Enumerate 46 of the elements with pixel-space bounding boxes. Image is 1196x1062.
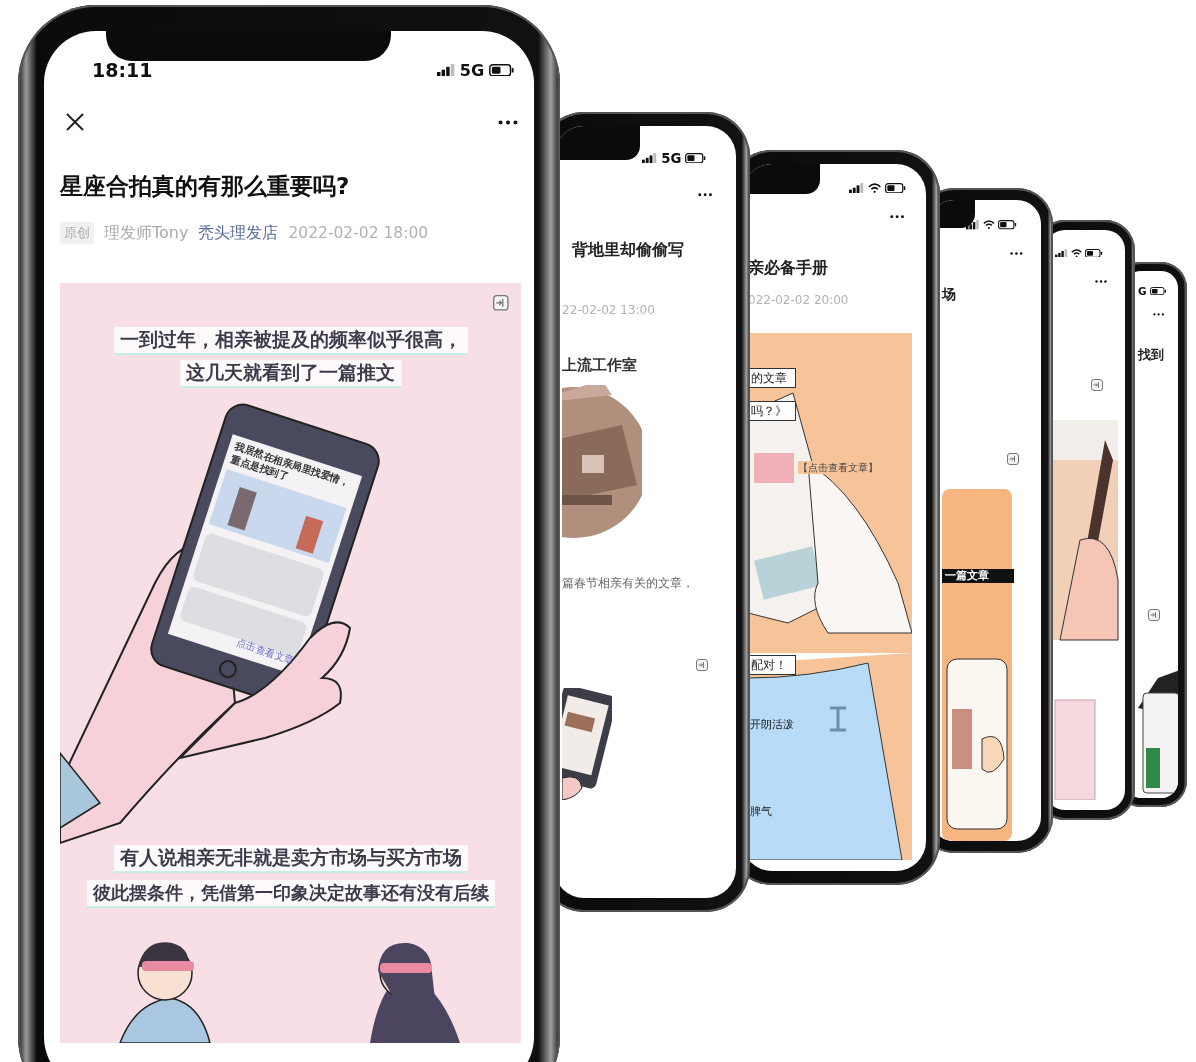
more-icon[interactable] xyxy=(889,215,904,219)
image-caption: 吗？》 xyxy=(748,401,796,421)
caption: 一到过年，相亲被提及的频率似乎很高， xyxy=(113,327,468,353)
original-badge: 原创 xyxy=(60,222,94,244)
caption: 这几天就看到了一篇推文 xyxy=(180,360,401,386)
battery-icon xyxy=(998,220,1017,230)
battery-icon xyxy=(1085,248,1103,258)
network-label: 5G xyxy=(459,60,485,80)
arrow-box-icon[interactable] xyxy=(1148,609,1160,621)
arrow-box-icon[interactable] xyxy=(1091,379,1103,391)
more-icon[interactable] xyxy=(1095,279,1107,283)
network-label: 5G xyxy=(661,150,682,166)
time-label: 18:11 xyxy=(92,59,153,81)
caption: 彼此摆条件，凭借第一印象决定故事还有没有后续 xyxy=(86,880,495,906)
image-caption: 配对！ xyxy=(748,655,796,675)
image-caption: 一篇文章 xyxy=(942,569,992,583)
article-title: 亲必备手册 xyxy=(748,257,829,279)
article-title: 星座合拍真的有那么重要吗? xyxy=(60,172,351,201)
battery-icon xyxy=(1149,286,1166,296)
more-icon[interactable] xyxy=(498,119,518,125)
arrow-box-icon[interactable] xyxy=(696,659,708,671)
article-title: 场 xyxy=(942,285,957,304)
network-label: G xyxy=(1137,285,1147,297)
image-caption: 的文章 xyxy=(748,368,796,388)
article-title: 背地里却偷偷写 xyxy=(572,239,685,261)
battery-icon xyxy=(685,152,706,164)
publish-date: 022-02-02 20:00 xyxy=(748,292,850,308)
section-heading: 上流工作室 xyxy=(562,355,638,375)
paragraph: 篇春节相亲有关的文章， xyxy=(562,575,695,591)
account-link[interactable]: 秃头理发店 xyxy=(198,221,279,245)
battery-icon xyxy=(488,63,514,77)
more-icon[interactable] xyxy=(1010,251,1023,256)
inner-headline: 我居然在相亲局里找爱情，重点是找到了 xyxy=(228,439,353,491)
battery-icon xyxy=(885,182,906,194)
article-title: 找到 xyxy=(1138,346,1165,364)
arrow-box-icon[interactable] xyxy=(493,295,509,311)
publish-date: 2022-02-02 18:00 xyxy=(288,223,429,244)
more-icon[interactable] xyxy=(697,193,712,197)
caption: 有人说相亲无非就是卖方市场与买方市场 xyxy=(113,845,468,871)
more-icon[interactable] xyxy=(1152,313,1164,316)
publish-date: 22-02-02 13:00 xyxy=(562,302,656,318)
image-caption: 脾气 xyxy=(750,805,772,819)
author-name: 理发师Tony xyxy=(104,222,189,244)
arrow-box-icon[interactable] xyxy=(1007,453,1019,465)
image-caption: 开朗活泼 xyxy=(750,718,794,732)
close-icon[interactable] xyxy=(66,113,84,131)
